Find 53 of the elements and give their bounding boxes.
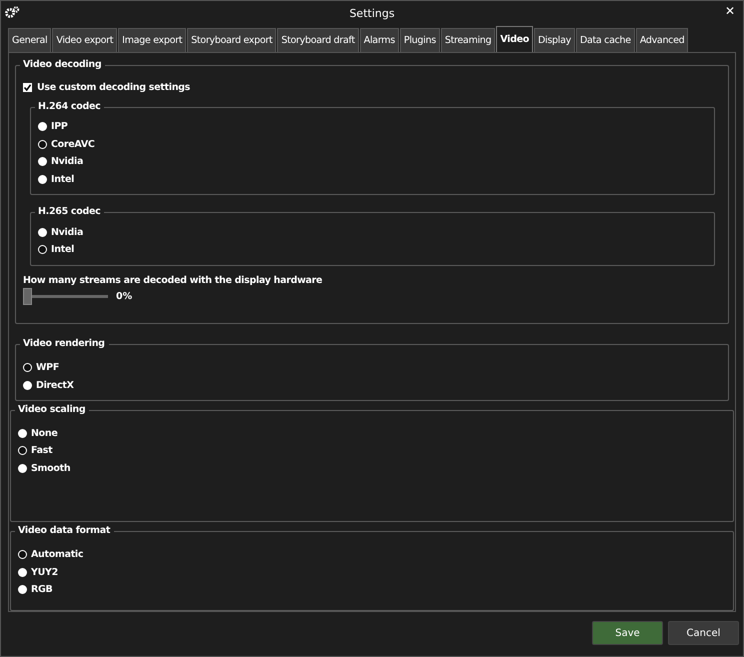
radio-label: WPF xyxy=(36,362,60,374)
radio-label: Nvidia xyxy=(51,226,84,238)
dialog-button[interactable]: Cancel xyxy=(668,621,739,645)
radio-button[interactable] xyxy=(38,157,47,166)
radio-button[interactable] xyxy=(38,122,47,132)
group-title: Video rendering xyxy=(20,338,109,350)
radio-label: Automatic xyxy=(31,548,84,560)
slider-thumb[interactable] xyxy=(23,288,32,305)
dialog-button[interactable]: Save xyxy=(592,621,663,645)
tab[interactable]: General xyxy=(8,28,52,52)
radio-label: RGB xyxy=(31,584,52,596)
tab[interactable]: Storyboard draft xyxy=(277,28,359,52)
tab[interactable]: Plugins xyxy=(400,28,440,52)
radio-label: CoreAVC xyxy=(51,138,95,150)
group-title: Video decoding xyxy=(20,59,106,71)
radio-button[interactable] xyxy=(38,140,47,149)
radio-button[interactable] xyxy=(18,464,27,473)
close-button[interactable]: ✕ xyxy=(722,4,737,18)
radio-label: Nvidia xyxy=(51,156,84,168)
radio-button[interactable] xyxy=(18,568,27,577)
radio-button[interactable] xyxy=(23,380,32,390)
tab[interactable]: Video xyxy=(496,26,534,52)
radio-label: IPP xyxy=(51,121,68,132)
tab[interactable]: Advanced xyxy=(636,28,688,52)
tab[interactable]: Alarms xyxy=(360,28,399,52)
radio-label: Smooth xyxy=(31,462,70,474)
radio-label: None xyxy=(31,428,58,439)
radio-label: Intel xyxy=(51,174,74,186)
radio-button[interactable] xyxy=(38,245,47,254)
group-title: Video scaling xyxy=(15,404,90,416)
tab[interactable]: Video export xyxy=(52,28,118,52)
radio-button[interactable] xyxy=(18,428,27,438)
checkbox-label: Use custom decoding settings xyxy=(37,82,190,92)
checkbox[interactable] xyxy=(23,82,32,92)
gears-icon xyxy=(5,6,20,18)
radio-button[interactable] xyxy=(18,585,27,594)
radio-button[interactable] xyxy=(38,175,47,184)
radio-label: Intel xyxy=(51,244,74,256)
slider-value: 0% xyxy=(116,290,132,302)
slider-label: How many streams are decoded with the display hardware xyxy=(23,274,324,286)
radio-label: YUY2 xyxy=(31,566,58,578)
radio-button[interactable] xyxy=(23,363,32,372)
tab[interactable]: Display xyxy=(534,28,575,52)
radio-button[interactable] xyxy=(38,228,47,237)
window-title: Settings xyxy=(349,6,395,20)
tab[interactable]: Image export xyxy=(118,28,186,52)
radio-button[interactable] xyxy=(18,446,27,456)
radio-label: DirectX xyxy=(36,380,74,391)
tab[interactable]: Storyboard export xyxy=(187,28,276,52)
radio-label: Fast xyxy=(31,445,52,456)
tab[interactable]: Streaming xyxy=(440,28,496,52)
radio-button[interactable] xyxy=(18,550,27,559)
tab[interactable]: Data cache xyxy=(576,28,635,52)
